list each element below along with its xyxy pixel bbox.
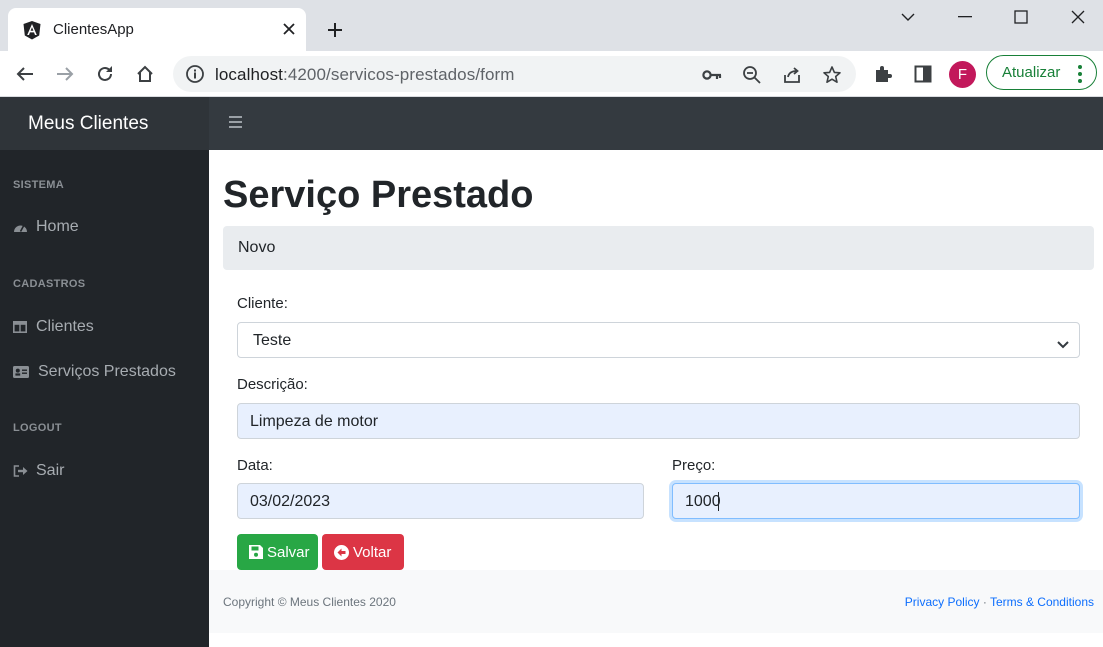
save-button-label: Salvar bbox=[267, 543, 310, 561]
cliente-select[interactable]: Teste bbox=[237, 322, 1080, 358]
sidebar-item-clientes[interactable]: Clientes bbox=[13, 314, 203, 340]
url-host: localhost bbox=[215, 65, 283, 84]
footer: Copyright © Meus Clientes 2020 Privacy P… bbox=[209, 570, 1103, 633]
sidebar-item-label: Home bbox=[36, 218, 79, 235]
bookmark-star-icon[interactable] bbox=[821, 64, 843, 86]
app-topnav: Meus Clientes bbox=[0, 97, 1103, 150]
home-icon[interactable] bbox=[131, 60, 159, 88]
id-card-icon bbox=[13, 365, 31, 379]
floppy-disk-icon bbox=[249, 545, 263, 560]
breadcrumb-item: Novo bbox=[238, 239, 276, 256]
copyright-text: Copyright © Meus Clientes 2020 bbox=[223, 595, 396, 609]
brand-area: Meus Clientes bbox=[0, 97, 209, 150]
browser-tab[interactable]: ClientesApp bbox=[8, 8, 306, 51]
cliente-label: Cliente: bbox=[237, 295, 288, 312]
data-label: Data: bbox=[237, 457, 273, 474]
sidebar-item-servicos-prestados[interactable]: Serviços Prestados bbox=[13, 359, 203, 385]
key-icon[interactable] bbox=[701, 64, 723, 86]
update-chrome-button[interactable]: Atualizar bbox=[986, 55, 1097, 90]
side-panel-icon[interactable] bbox=[911, 62, 935, 86]
browser-toolbar: localhost:4200/servicos-prestados/form F… bbox=[0, 51, 1103, 97]
sidebar-item-label: Serviços Prestados bbox=[38, 363, 176, 380]
sidebar-toggle-icon[interactable] bbox=[229, 115, 247, 131]
forward-arrow-icon[interactable] bbox=[51, 60, 79, 88]
kebab-menu-icon[interactable] bbox=[1077, 64, 1083, 84]
descricao-input[interactable]: Limpeza de motor bbox=[237, 403, 1080, 439]
footer-separator: · bbox=[982, 595, 987, 609]
chevron-down-icon bbox=[1057, 336, 1069, 354]
sidebar-heading-cadastros: CADASTROS bbox=[13, 278, 86, 290]
descricao-label: Descrição: bbox=[237, 376, 308, 393]
sidebar-heading-sistema: SISTEMA bbox=[13, 179, 64, 191]
footer-links: Privacy Policy · Terms & Conditions bbox=[905, 595, 1094, 609]
close-window-icon[interactable] bbox=[1050, 0, 1103, 34]
data-input-value: 03/02/2023 bbox=[250, 493, 331, 510]
descricao-input-value: Limpeza de motor bbox=[250, 413, 379, 430]
sidebar-item-label: Sair bbox=[36, 462, 65, 479]
angular-logo-icon bbox=[22, 20, 42, 40]
browser-tabstrip: ClientesApp bbox=[0, 0, 1103, 51]
new-tab-icon[interactable] bbox=[322, 17, 348, 43]
sidebar-item-sair[interactable]: Sair bbox=[13, 458, 203, 484]
share-icon[interactable] bbox=[781, 64, 803, 86]
profile-avatar[interactable]: F bbox=[949, 61, 976, 88]
zoom-out-icon[interactable] bbox=[741, 64, 763, 86]
close-tab-icon[interactable] bbox=[278, 18, 300, 40]
tab-title: ClientesApp bbox=[53, 21, 134, 38]
cliente-select-value: Teste bbox=[253, 332, 292, 349]
back-button[interactable]: Voltar bbox=[322, 534, 404, 570]
reload-icon[interactable] bbox=[91, 60, 119, 88]
sidebar-item-label: Clientes bbox=[36, 318, 94, 335]
extensions-puzzle-icon[interactable] bbox=[871, 62, 895, 86]
data-input[interactable]: 03/02/2023 bbox=[237, 483, 644, 519]
sidebar: SISTEMA Home CADASTROS Clientes Serviços… bbox=[0, 150, 209, 647]
update-label: Atualizar bbox=[1002, 64, 1061, 81]
save-button[interactable]: Salvar bbox=[237, 534, 318, 570]
maximize-icon[interactable] bbox=[993, 0, 1049, 34]
preco-input-value: 1000 bbox=[685, 493, 721, 510]
minimize-icon[interactable] bbox=[937, 0, 993, 34]
main-content: Serviço Prestado Novo Cliente: Teste Des… bbox=[209, 150, 1103, 647]
url-text: localhost:4200/servicos-prestados/form bbox=[215, 65, 515, 85]
text-caret bbox=[718, 492, 719, 511]
address-bar[interactable]: localhost:4200/servicos-prestados/form bbox=[173, 56, 856, 92]
dashboard-icon bbox=[13, 220, 31, 234]
terms-conditions-link[interactable]: Terms & Conditions bbox=[990, 595, 1094, 609]
back-arrow-icon[interactable] bbox=[11, 60, 39, 88]
sidebar-item-home[interactable]: Home bbox=[13, 214, 203, 240]
arrow-circle-left-icon bbox=[334, 544, 349, 560]
privacy-policy-link[interactable]: Privacy Policy bbox=[905, 595, 980, 609]
sign-out-icon bbox=[13, 464, 31, 478]
url-path: :4200/servicos-prestados/form bbox=[283, 65, 515, 84]
page-title: Serviço Prestado bbox=[223, 174, 534, 216]
preco-input[interactable]: 1000 bbox=[672, 483, 1080, 519]
breadcrumb: Novo bbox=[223, 226, 1094, 270]
brand-link[interactable]: Meus Clientes bbox=[28, 113, 148, 135]
back-button-label: Voltar bbox=[353, 543, 392, 561]
sidebar-heading-logout: LOGOUT bbox=[13, 422, 62, 434]
site-info-icon[interactable] bbox=[185, 64, 205, 89]
table-icon bbox=[13, 320, 31, 334]
preco-label: Preço: bbox=[672, 457, 716, 474]
tab-search-chevron-icon[interactable] bbox=[880, 0, 936, 34]
